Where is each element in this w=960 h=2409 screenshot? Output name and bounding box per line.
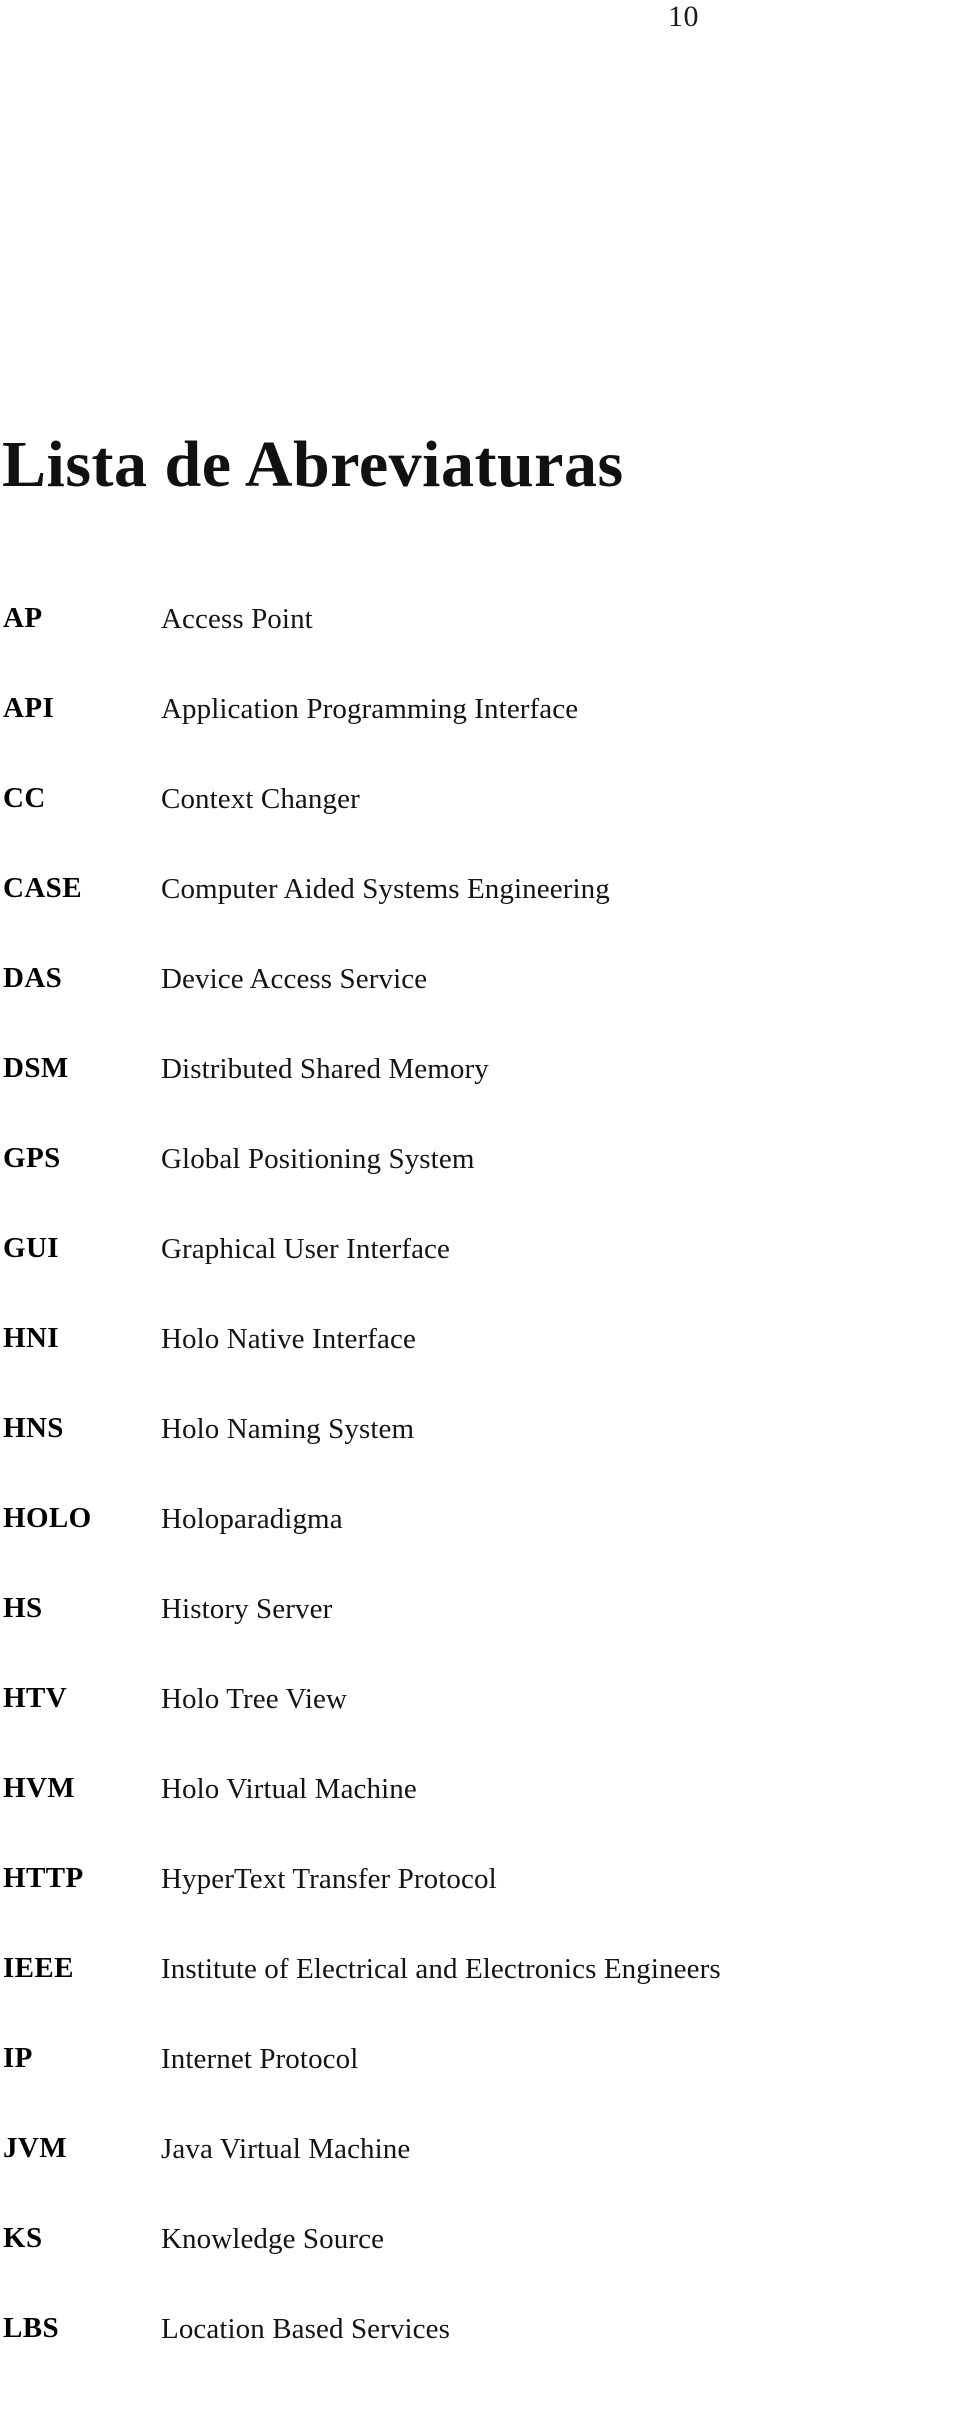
abbreviation-definition: Knowledge Source (161, 2223, 385, 2255)
abbreviation-row: IEEE Institute of Electrical and Electron… (0, 1950, 960, 2040)
abbreviation-definition: HyperText Transfer Protocol (161, 1863, 497, 1895)
abbreviation-row: CC Context Changer (0, 780, 960, 870)
abbreviation-definition: Access Point (161, 603, 313, 635)
abbreviation-row: HVM Holo Virtual Machine (0, 1770, 960, 1860)
abbreviation-definition: Distributed Shared Memory (161, 1053, 489, 1085)
abbreviation-row: IP Internet Protocol (0, 2040, 960, 2130)
abbreviation-term: HS (3, 1592, 43, 1624)
abbreviation-definition: Application Programming Interface (161, 693, 579, 725)
abbreviation-row: LBS Location Based Services (0, 2310, 960, 2400)
abbreviation-definition: Holo Native Interface (161, 1323, 416, 1355)
abbreviation-term: HTV (3, 1682, 68, 1714)
abbreviation-row: HNS Holo Naming System (0, 1410, 960, 1500)
abbreviation-term: JVM (3, 2132, 68, 2164)
abbreviation-row: DSM Distributed Shared Memory (0, 1050, 960, 1140)
abbreviation-definition: Holoparadigma (161, 1503, 343, 1535)
abbreviation-definition: Holo Virtual Machine (161, 1773, 417, 1805)
abbreviation-definition: Internet Protocol (161, 2043, 359, 2075)
abbreviation-row: GPS Global Positioning System (0, 1140, 960, 1230)
abbreviation-row: KS Knowledge Source (0, 2220, 960, 2310)
abbreviation-definition: Holo Tree View (161, 1683, 348, 1715)
abbreviation-term: AP (3, 602, 43, 634)
abbreviation-term: DAS (3, 962, 63, 994)
abbreviation-definition: History Server (161, 1593, 333, 1625)
abbreviation-term: DSM (3, 1052, 69, 1084)
abbreviation-term: IP (3, 2042, 33, 2074)
abbreviation-term: HNI (3, 1322, 59, 1354)
abbreviation-term: LBS (3, 2312, 60, 2344)
abbreviation-row: HOLO Holoparadigma (0, 1500, 960, 1590)
abbreviation-term: HTTP (3, 1862, 84, 1894)
abbreviation-definition: Holo Naming System (161, 1413, 415, 1445)
abbreviation-list: AP Access Point API Application Programming… (0, 600, 960, 2400)
abbreviation-term: IEEE (3, 1952, 74, 1984)
abbreviation-row: GUI Graphical User Interface (0, 1230, 960, 1320)
abbreviation-row: API Application Programming Interface (0, 690, 960, 780)
abbreviation-definition: Computer Aided Systems Engineering (161, 873, 610, 905)
abbreviation-row: HS History Server (0, 1590, 960, 1680)
abbreviation-term: HVM (3, 1772, 76, 1804)
abbreviation-term: CASE (3, 872, 82, 904)
page-title: Lista de Abreviaturas (2, 428, 624, 502)
abbreviation-row: JVM Java Virtual Machine (0, 2130, 960, 2220)
abbreviation-definition: Institute of Electrical and Electronics … (161, 1953, 721, 1985)
abbreviation-definition: Graphical User Interface (161, 1233, 451, 1265)
abbreviation-term: GPS (3, 1142, 61, 1174)
abbreviation-term: GUI (3, 1232, 59, 1264)
abbreviation-row: HNI Holo Native Interface (0, 1320, 960, 1410)
abbreviation-definition: Location Based Services (161, 2313, 450, 2345)
abbreviation-term: HNS (3, 1412, 64, 1444)
abbreviation-row: AP Access Point (0, 600, 960, 690)
abbreviation-row: DAS Device Access Service (0, 960, 960, 1050)
abbreviation-definition: Java Virtual Machine (161, 2133, 411, 2165)
abbreviation-term: CC (3, 782, 46, 814)
abbreviation-row: HTTP HyperText Transfer Protocol (0, 1860, 960, 1950)
page-number: 10 (668, 0, 699, 33)
abbreviation-definition: Global Positioning System (161, 1143, 475, 1175)
abbreviation-term: API (3, 692, 55, 724)
abbreviation-term: HOLO (3, 1502, 92, 1534)
abbreviation-term: KS (3, 2222, 43, 2254)
abbreviation-definition: Context Changer (161, 783, 360, 815)
abbreviation-definition: Device Access Service (161, 963, 428, 995)
abbreviation-row: CASE Computer Aided Systems Engineering (0, 870, 960, 960)
abbreviation-row: HTV Holo Tree View (0, 1680, 960, 1770)
